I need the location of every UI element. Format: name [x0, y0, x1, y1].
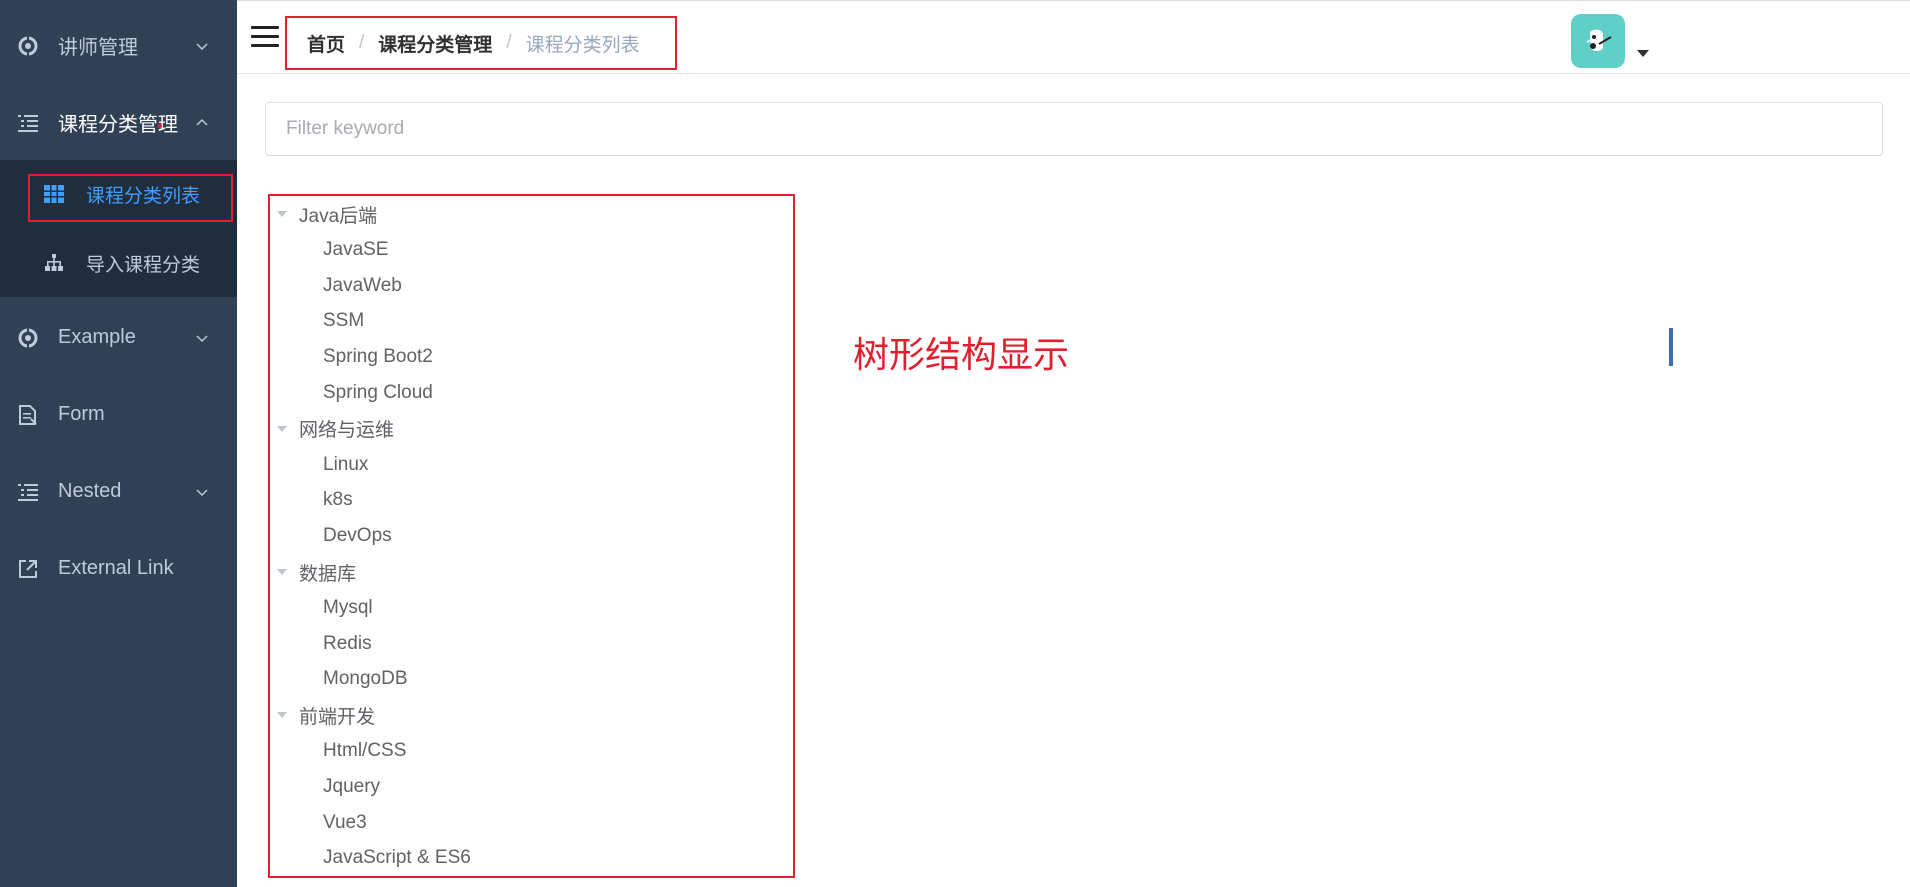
chevron-down-icon — [196, 334, 208, 342]
avatar-dropdown-caret[interactable] — [1637, 50, 1649, 57]
tree-node-child[interactable]: Mysql — [323, 591, 373, 625]
tree-node-label: Spring Boot2 — [323, 346, 433, 368]
tree-node-label: JavaScript & ES6 — [323, 847, 471, 869]
breadcrumb-separator: / — [506, 32, 512, 53]
tree-icon — [44, 253, 64, 273]
sidebar-item-teacher-management[interactable]: 讲师管理 — [0, 7, 237, 84]
tree-node-parent[interactable]: 前端开发 — [277, 698, 375, 732]
caret-down-icon[interactable] — [277, 569, 287, 575]
sidebar-item-nested[interactable]: Nested — [0, 453, 237, 530]
breadcrumb-home[interactable]: 首页 — [307, 30, 345, 57]
sidebar-item-label: Example — [58, 326, 136, 348]
tree-node-child[interactable]: Spring Cloud — [323, 376, 433, 410]
filter-keyword-input[interactable] — [265, 102, 1883, 156]
tree-node-child[interactable]: SSM — [323, 304, 364, 338]
tree-node-label: Mysql — [323, 596, 373, 618]
tree-node-label: Spring Cloud — [323, 382, 433, 403]
external-link-icon — [17, 558, 39, 580]
tree-node-child[interactable]: Jquery — [323, 770, 380, 804]
chevron-down-icon — [196, 488, 208, 496]
tree-node-label: 网络与运维 — [299, 420, 395, 442]
list-icon — [17, 112, 39, 134]
tree-node-child[interactable]: MongoDB — [323, 662, 408, 696]
annotation-text: 树形结构显示 — [853, 335, 1070, 376]
tree-node-child[interactable]: Linux — [323, 448, 368, 482]
tree-node-label: SSM — [323, 310, 365, 332]
tree-node-child[interactable]: k8s — [323, 483, 353, 517]
sidebar-item-label: 课程分类管理 — [58, 114, 178, 136]
sidebar-item-form[interactable]: Form — [0, 376, 237, 453]
tree-node-child[interactable]: JavaSE — [323, 233, 388, 267]
sidebar-item-label: Form — [58, 403, 105, 425]
edge-marker — [1669, 328, 1673, 366]
tree-node-label: Java后端 — [299, 205, 378, 227]
tree-node-label: JavaSE — [323, 238, 389, 260]
list-icon — [17, 481, 39, 503]
target-icon — [17, 35, 39, 57]
breadcrumb-current: 课程分类列表 — [525, 34, 640, 56]
chevron-up-icon — [196, 118, 208, 126]
sidebar: 讲师管理 课程分类管理 课程分类列表 导入课程分类 Example Form N… — [0, 0, 237, 887]
tree-node-label: Jquery — [323, 775, 381, 797]
target-icon — [17, 327, 39, 349]
annotation-dot — [158, 124, 162, 128]
tree-node-parent[interactable]: 数据库 — [277, 555, 356, 589]
chevron-down-icon — [196, 42, 208, 50]
sidebar-item-external-link[interactable]: External Link — [0, 530, 237, 607]
navbar: 首页 / 课程分类管理 / 课程分类列表 — [237, 0, 1910, 74]
tree-node-label: Vue3 — [323, 811, 367, 833]
sidebar-item-example[interactable]: Example — [0, 299, 237, 376]
tree-node-label: Linux — [323, 453, 369, 475]
tree-node-child[interactable]: Redis — [323, 627, 372, 661]
tree-node-parent[interactable]: Java后端 — [277, 197, 377, 231]
tree-node-child[interactable]: JavaWeb — [323, 269, 402, 303]
tree-node-child[interactable]: Vue3 — [323, 806, 367, 840]
tree-node-child[interactable]: JavaScript & ES6 — [323, 841, 471, 875]
caret-down-icon[interactable] — [277, 211, 287, 217]
document-icon — [17, 404, 39, 426]
tree-node-label: JavaWeb — [323, 274, 402, 296]
tree-node-parent[interactable]: 网络与运维 — [277, 412, 394, 446]
breadcrumb: 首页 / 课程分类管理 / 课程分类列表 — [285, 16, 677, 70]
tree-node-child[interactable]: Spring Boot2 — [323, 340, 433, 374]
submenu-item-label: 导入课程分类 — [86, 254, 201, 276]
hamburger-icon[interactable] — [251, 26, 279, 48]
tree-node-label: k8s — [323, 489, 353, 511]
tree-node-label: MongoDB — [323, 668, 408, 690]
avatar-icon — [1586, 29, 1612, 51]
tree-node-label: 前端开发 — [299, 706, 376, 728]
breadcrumb-course-category[interactable]: 课程分类管理 — [378, 30, 492, 57]
tree-node-label: 数据库 — [299, 563, 357, 585]
submenu-item-import-course-category[interactable]: 导入课程分类 — [0, 229, 237, 297]
top-divider — [237, 0, 1910, 5]
tree-node-label: Html/CSS — [323, 740, 407, 761]
tree-node-label: DevOps — [323, 525, 392, 547]
sidebar-item-label: Nested — [58, 480, 122, 502]
highlight-box — [28, 174, 233, 222]
caret-down-icon[interactable] — [277, 712, 287, 719]
caret-down-icon[interactable] — [277, 425, 287, 432]
tree-node-child[interactable]: Html/CSS — [323, 734, 406, 768]
sidebar-item-course-category[interactable]: 课程分类管理 — [0, 84, 237, 161]
avatar[interactable] — [1571, 14, 1625, 68]
tree-node-child[interactable]: DevOps — [323, 519, 392, 553]
tree-node-label: Redis — [323, 632, 372, 654]
sidebar-item-label: External Link — [58, 557, 174, 579]
breadcrumb-separator: / — [359, 32, 365, 53]
sidebar-item-label: 讲师管理 — [58, 37, 138, 59]
